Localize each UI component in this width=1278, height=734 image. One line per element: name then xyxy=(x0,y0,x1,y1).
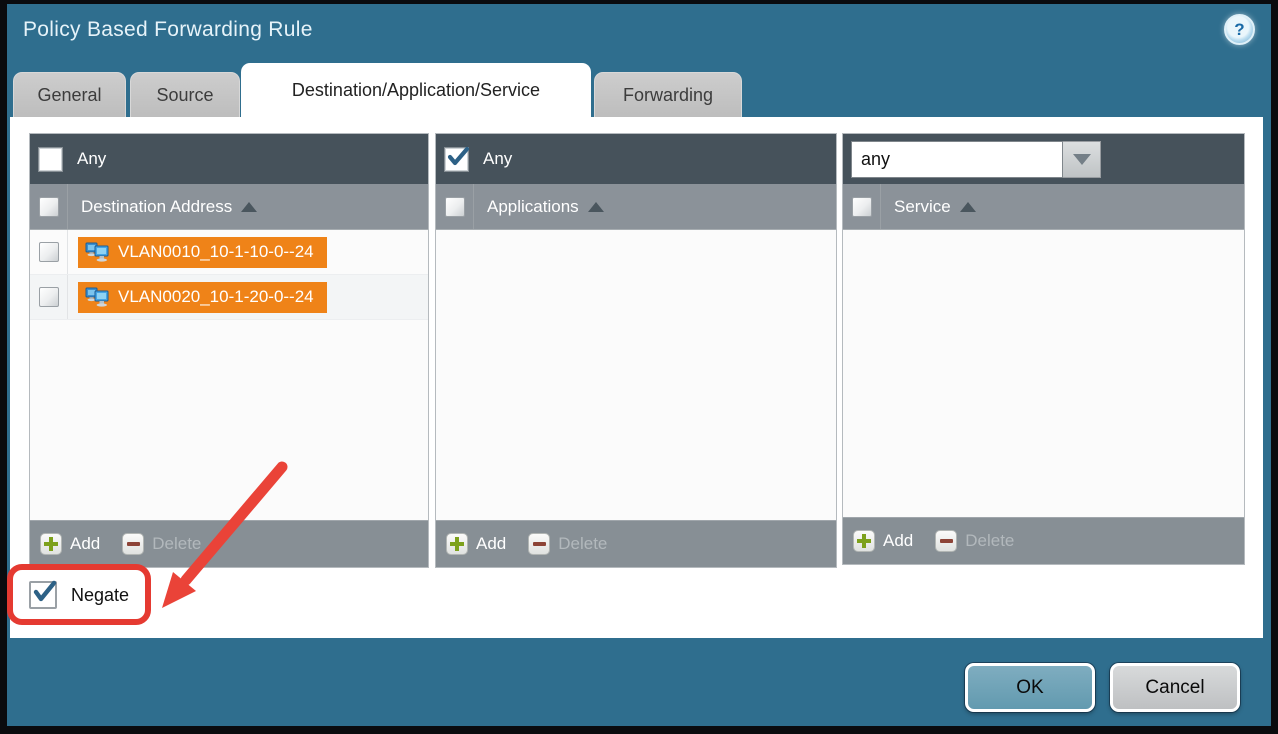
applications-any-checkbox[interactable] xyxy=(445,148,468,171)
network-computers-icon xyxy=(85,287,110,308)
destination-any-label: Any xyxy=(77,149,106,169)
table-row[interactable]: VLAN0010_10-1-10-0--24 xyxy=(30,230,428,275)
service-dropdown: any xyxy=(851,141,1101,178)
delete-icon xyxy=(122,533,144,555)
chevron-down-icon xyxy=(1073,154,1091,165)
destination-any-header: Any xyxy=(30,134,428,184)
add-icon xyxy=(446,533,468,555)
destination-column-header: Destination Address xyxy=(30,184,428,230)
checkmark-icon xyxy=(30,579,57,604)
sort-ascending-icon xyxy=(588,202,604,212)
service-add-button[interactable]: Add xyxy=(853,530,913,552)
service-any-header: any xyxy=(843,134,1244,184)
address-object-tag[interactable]: VLAN0020_10-1-20-0--24 xyxy=(78,282,327,313)
service-select-all-checkbox[interactable] xyxy=(852,197,872,217)
tab-forwarding[interactable]: Forwarding xyxy=(594,72,742,117)
delete-icon xyxy=(528,533,550,555)
sort-ascending-icon xyxy=(241,202,257,212)
address-object-tag[interactable]: VLAN0010_10-1-10-0--24 xyxy=(78,237,327,268)
dialog-title: Policy Based Forwarding Rule xyxy=(23,18,313,42)
service-footer: Add Delete xyxy=(843,517,1244,564)
help-icon[interactable]: ? xyxy=(1224,14,1255,45)
screen: Policy Based Forwarding Rule ? General S… xyxy=(0,0,1278,734)
applications-add-button[interactable]: Add xyxy=(446,533,506,555)
destination-list: VLAN0010_10-1-10-0--24 xyxy=(30,230,428,520)
applications-select-all-checkbox[interactable] xyxy=(445,197,465,217)
destination-any-checkbox[interactable] xyxy=(39,148,62,171)
cancel-button[interactable]: Cancel xyxy=(1110,663,1240,712)
applications-any-label: Any xyxy=(483,149,512,169)
add-icon xyxy=(853,530,875,552)
negate-label: Negate xyxy=(71,585,129,606)
service-column: any Service Add xyxy=(842,133,1245,565)
service-dropdown-button[interactable] xyxy=(1063,141,1101,178)
service-column-header: Service xyxy=(843,184,1244,230)
applications-header-label[interactable]: Applications xyxy=(487,197,579,217)
tab-destination-application-service[interactable]: Destination/Application/Service xyxy=(241,63,591,117)
address-object-label: VLAN0010_10-1-10-0--24 xyxy=(118,242,314,262)
applications-any-header: Any xyxy=(436,134,836,184)
destination-add-button[interactable]: Add xyxy=(40,533,100,555)
table-row[interactable]: VLAN0020_10-1-20-0--24 xyxy=(30,275,428,320)
tab-general[interactable]: General xyxy=(13,72,126,117)
negate-row: Negate xyxy=(29,581,129,609)
address-object-label: VLAN0020_10-1-20-0--24 xyxy=(118,287,314,307)
pbf-rule-dialog: Policy Based Forwarding Rule ? General S… xyxy=(7,4,1271,726)
destination-header-label[interactable]: Destination Address xyxy=(81,197,232,217)
applications-delete-button[interactable]: Delete xyxy=(528,533,607,555)
row-checkbox[interactable] xyxy=(39,287,59,307)
delete-icon xyxy=(935,530,957,552)
destination-address-column: Any Destination Address xyxy=(29,133,429,568)
row-checkbox[interactable] xyxy=(39,242,59,262)
applications-column: Any Applications Add Delete xyxy=(435,133,837,568)
destination-footer: Add Delete xyxy=(30,520,428,567)
service-delete-button[interactable]: Delete xyxy=(935,530,1014,552)
negate-checkbox[interactable] xyxy=(29,581,57,609)
service-dropdown-value[interactable]: any xyxy=(851,141,1063,178)
service-list xyxy=(843,230,1244,517)
checkmark-icon xyxy=(445,145,470,168)
applications-column-header: Applications xyxy=(436,184,836,230)
destination-select-all-checkbox[interactable] xyxy=(39,197,59,217)
ok-button[interactable]: OK xyxy=(965,663,1095,712)
tab-content-panel: Any Destination Address xyxy=(10,117,1263,638)
applications-list xyxy=(436,230,836,520)
applications-footer: Add Delete xyxy=(436,520,836,567)
service-header-label[interactable]: Service xyxy=(894,197,951,217)
sort-ascending-icon xyxy=(960,202,976,212)
tab-source[interactable]: Source xyxy=(130,72,240,117)
network-computers-icon xyxy=(85,242,110,263)
add-icon xyxy=(40,533,62,555)
destination-delete-button[interactable]: Delete xyxy=(122,533,201,555)
